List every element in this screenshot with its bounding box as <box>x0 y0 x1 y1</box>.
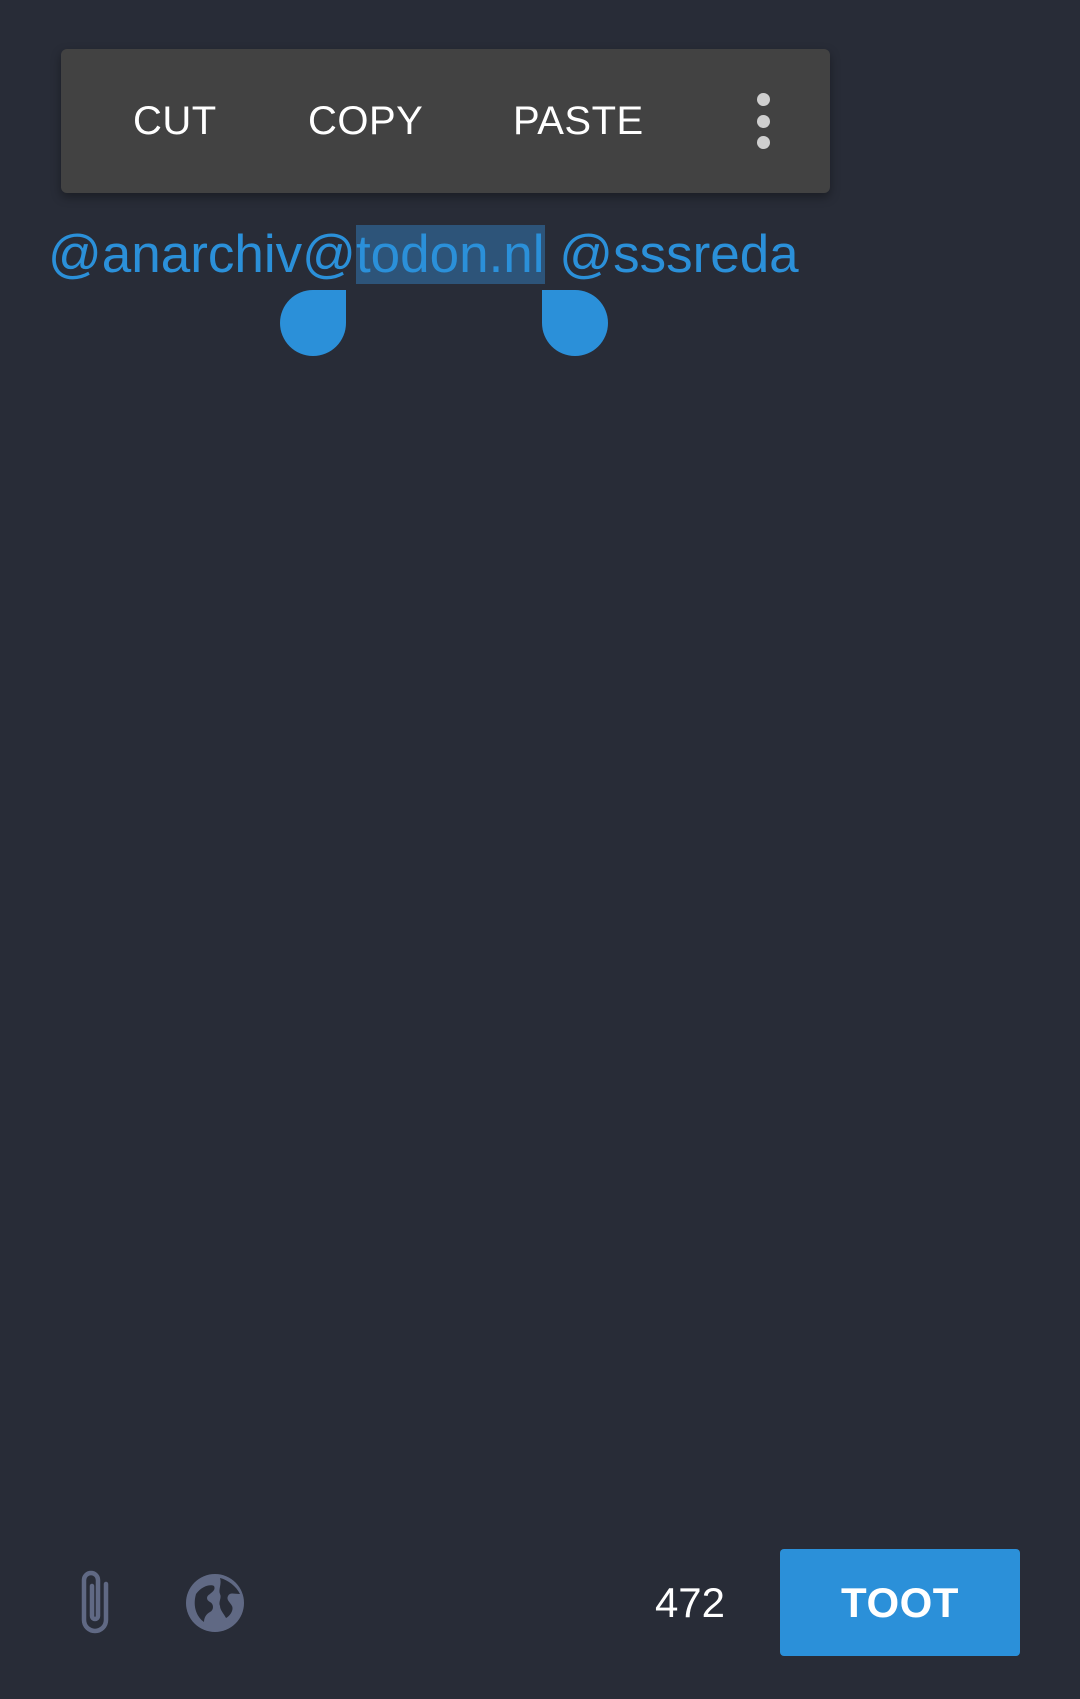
overflow-dot <box>756 136 770 149</box>
cut-button[interactable]: CUT <box>133 49 217 193</box>
selected-text[interactable]: todon.nl <box>355 225 545 284</box>
selection-end-handle[interactable] <box>542 290 608 356</box>
text-after-selection: @sssreda <box>544 225 799 284</box>
compose-screen: CUT COPY PASTE @anarchiv@todon.nl @sssre… <box>0 0 1080 1699</box>
paperclip-icon[interactable] <box>72 1566 122 1638</box>
copy-button[interactable]: COPY <box>308 49 423 193</box>
paste-button[interactable]: PASTE <box>513 49 644 193</box>
text-selection-toolbar: CUT COPY PASTE <box>61 49 830 193</box>
compose-textarea[interactable]: @anarchiv@todon.nl @sssreda <box>48 220 799 290</box>
text-before-selection: @anarchiv@ <box>48 225 356 284</box>
character-counter: 472 <box>654 1579 726 1626</box>
more-vert-icon[interactable] <box>741 93 785 149</box>
toot-button[interactable]: TOOT <box>780 1549 1020 1656</box>
overflow-dot <box>756 114 770 128</box>
globe-icon[interactable] <box>184 1572 246 1634</box>
overflow-dot <box>756 93 770 106</box>
selection-start-handle[interactable] <box>280 290 346 356</box>
